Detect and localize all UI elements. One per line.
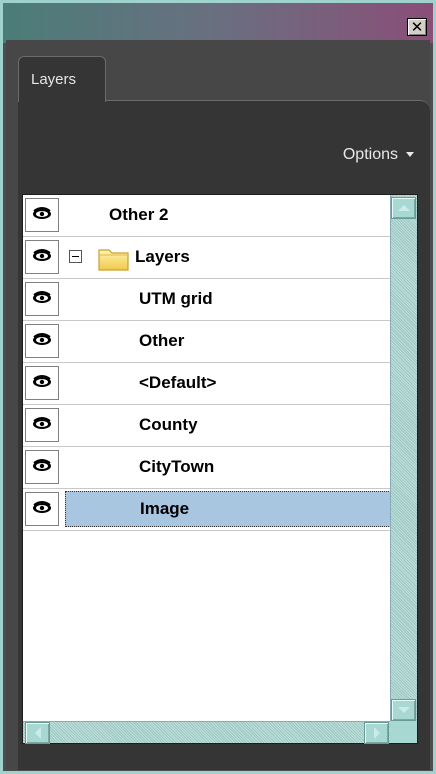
scroll-corner: [390, 721, 417, 743]
layer-label-area[interactable]: County: [65, 407, 391, 443]
layer-label: Other: [139, 331, 185, 350]
layer-label: Layers: [135, 247, 190, 266]
options-label: Options: [342, 146, 398, 163]
eye-icon: [32, 374, 52, 393]
layer-row[interactable]: County: [23, 405, 391, 447]
layer-label-area[interactable]: Layers: [65, 239, 391, 275]
layer-row[interactable]: <Default>: [23, 363, 391, 405]
layer-label-area[interactable]: UTM grid: [65, 281, 391, 317]
layer-label-area[interactable]: Other 2: [65, 197, 391, 233]
visibility-toggle[interactable]: [25, 408, 59, 442]
layer-label-area[interactable]: CityTown: [65, 449, 391, 485]
layer-label: Image: [140, 499, 190, 518]
vertical-scrollbar[interactable]: [390, 195, 417, 723]
close-button[interactable]: ✕: [407, 18, 427, 36]
visibility-toggle[interactable]: [25, 492, 59, 526]
scroll-left-button[interactable]: [25, 722, 50, 744]
layer-row[interactable]: Other 2: [23, 195, 391, 237]
tab-label: Layers: [31, 71, 77, 88]
layer-label: <Default>: [139, 373, 217, 392]
layer-label-area[interactable]: Other: [65, 323, 391, 359]
options-menu-button[interactable]: Options: [343, 146, 414, 164]
eye-icon: [32, 458, 52, 477]
horizontal-scrollbar[interactable]: [23, 721, 391, 744]
visibility-toggle[interactable]: [25, 240, 59, 274]
layer-label: Other 2: [109, 205, 169, 224]
scroll-right-button[interactable]: [364, 722, 389, 744]
title-bar[interactable]: ✕: [3, 3, 433, 43]
layer-list-frame: Other 2 Layers UTM grid Other <Default> Count…: [22, 194, 418, 744]
scroll-up-button[interactable]: [391, 197, 416, 219]
visibility-toggle[interactable]: [25, 324, 59, 358]
layer-row[interactable]: Layers: [23, 237, 391, 279]
visibility-toggle[interactable]: [25, 198, 59, 232]
arrow-left-icon: [34, 727, 41, 739]
tab-layers[interactable]: Layers: [18, 56, 106, 102]
layer-label: UTM grid: [139, 289, 213, 308]
layer-label: CityTown: [139, 457, 215, 476]
layer-row[interactable]: Image: [23, 489, 391, 531]
eye-icon: [32, 206, 52, 225]
arrow-down-icon: [397, 707, 410, 713]
scroll-down-button[interactable]: [391, 699, 416, 721]
layer-label-area[interactable]: <Default>: [65, 365, 391, 401]
visibility-toggle[interactable]: [25, 282, 59, 316]
layer-list[interactable]: Other 2 Layers UTM grid Other <Default> Count…: [23, 195, 391, 723]
eye-icon: [32, 500, 52, 519]
layer-row[interactable]: CityTown: [23, 447, 391, 489]
caret-down-icon: [406, 152, 414, 158]
arrow-right-icon: [373, 727, 380, 739]
visibility-toggle[interactable]: [25, 450, 59, 484]
eye-icon: [32, 248, 52, 267]
layer-row[interactable]: UTM grid: [23, 279, 391, 321]
visibility-toggle[interactable]: [25, 366, 59, 400]
layer-row[interactable]: Other: [23, 321, 391, 363]
layer-label: County: [139, 415, 198, 434]
arrow-up-icon: [397, 205, 410, 211]
close-icon: ✕: [410, 17, 424, 36]
eye-icon: [32, 290, 52, 309]
eye-icon: [32, 416, 52, 435]
layer-label-area[interactable]: Image: [65, 491, 391, 527]
eye-icon: [32, 332, 52, 351]
